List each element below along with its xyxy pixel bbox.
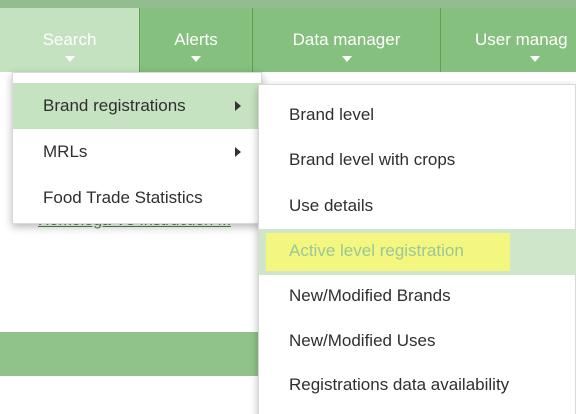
submenu-item-new-modified-brands[interactable]: New/Modified Brands (259, 274, 576, 320)
nav-user-manager-label: User manag (475, 30, 568, 49)
chevron-right-icon (235, 101, 241, 111)
submenu-item-label: New/Modified Uses (289, 331, 436, 350)
caret-down-icon (191, 56, 201, 62)
submenu-item-brand-level[interactable]: Brand level (259, 93, 576, 139)
submenu-item-label: New/Modified Brands (289, 286, 451, 305)
menu-item-food-trade-statistics[interactable]: Food Trade Statistics (13, 175, 261, 221)
menu-item-label: Food Trade Statistics (43, 188, 203, 207)
menu-item-label: Brand registrations (43, 96, 186, 115)
menu-item-mrls[interactable]: MRLs (13, 129, 261, 175)
caret-down-icon (64, 56, 75, 62)
nav-data-manager[interactable]: Data manager (253, 8, 441, 72)
submenu-item-label: Active level registration (289, 241, 464, 260)
nav-search-label: Search (42, 30, 97, 49)
menu-item-brand-registrations[interactable]: Brand registrations (13, 83, 261, 129)
main-nav-bar: Search Alerts Data manager User manag (0, 8, 576, 72)
search-dropdown-menu: Brand registrations MRLs Food Trade Stat… (12, 72, 262, 224)
submenu-item-new-modified-uses[interactable]: New/Modified Uses (259, 319, 576, 365)
brand-registrations-submenu: Brand level Brand level with crops Use d… (258, 84, 576, 414)
header-strip (0, 0, 576, 8)
submenu-item-label: Registrations data availability (289, 375, 510, 394)
chevron-right-icon (235, 147, 241, 157)
submenu-item-use-details[interactable]: Use details (259, 184, 576, 230)
nav-alerts-label: Alerts (174, 30, 218, 49)
submenu-item-label: Use details (289, 196, 374, 215)
nav-alerts[interactable]: Alerts (140, 8, 253, 72)
submenu-item-active-level-registration[interactable]: Active level registration (259, 229, 576, 275)
nav-search[interactable]: Search (0, 8, 140, 72)
nav-user-manager[interactable]: User manag (441, 8, 576, 72)
menu-item-label: MRLs (43, 142, 88, 161)
submenu-item-brand-level-with-crops[interactable]: Brand level with crops (259, 138, 576, 184)
submenu-item-label: Brand level (289, 105, 375, 124)
submenu-item-registrations-data-availability[interactable]: Registrations data availability (259, 363, 576, 409)
submenu-item-label: Brand level with crops (289, 150, 456, 169)
caret-down-icon (341, 56, 352, 62)
caret-down-icon (530, 56, 540, 62)
nav-data-manager-label: Data manager (292, 30, 401, 49)
